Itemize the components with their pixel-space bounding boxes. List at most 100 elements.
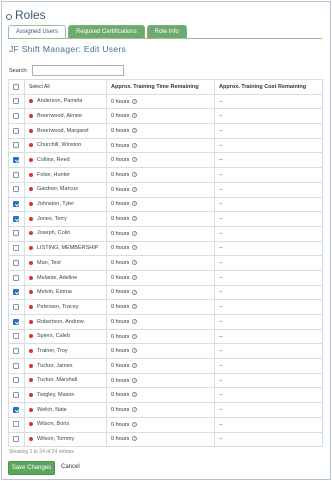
user-name: Churchill, Winston	[37, 142, 82, 149]
help-icon[interactable]: ?	[132, 157, 138, 163]
row-checkbox[interactable]	[13, 171, 19, 178]
row-checkbox[interactable]	[13, 406, 19, 413]
training-time-value: 0 hours	[111, 216, 130, 223]
row-select-cell[interactable]	[8, 108, 25, 125]
help-icon[interactable]: ?	[132, 407, 138, 413]
help-icon[interactable]: ?	[132, 216, 138, 222]
help-icon[interactable]: ?	[132, 201, 138, 207]
table-row: Man, Test 0 hours? --	[8, 255, 323, 271]
row-select-cell[interactable]	[8, 372, 25, 389]
row-checkbox[interactable]	[13, 201, 19, 208]
row-checkbox[interactable]	[13, 186, 19, 193]
help-icon[interactable]: ?	[132, 172, 138, 178]
table-row: Robertson, Andrew 0 hours? --	[8, 314, 323, 330]
help-icon[interactable]: ?	[132, 142, 138, 148]
status-dot-icon	[29, 437, 33, 442]
row-checkbox[interactable]	[13, 245, 19, 252]
help-icon[interactable]: ?	[132, 392, 138, 398]
help-icon[interactable]: ?	[132, 436, 138, 442]
row-select-cell[interactable]	[8, 152, 25, 169]
tab-role-info[interactable]: Role Info	[146, 25, 187, 38]
row-checkbox[interactable]	[13, 230, 19, 237]
row-checkbox[interactable]	[13, 259, 19, 266]
row-checkbox[interactable]	[13, 157, 19, 164]
row-select-cell[interactable]	[8, 299, 25, 315]
row-checkbox[interactable]	[13, 274, 19, 281]
help-icon[interactable]: ?	[132, 348, 138, 354]
help-icon[interactable]: ?	[132, 421, 138, 427]
row-checkbox[interactable]	[13, 377, 19, 384]
help-icon[interactable]: ?	[132, 362, 138, 368]
row-select-cell[interactable]	[8, 225, 25, 242]
row-select-cell[interactable]	[8, 196, 25, 213]
row-checkbox[interactable]	[13, 289, 19, 296]
row-select-cell[interactable]	[8, 269, 25, 286]
training-cost-cell: --	[214, 372, 323, 389]
help-icon[interactable]: ?	[132, 304, 138, 310]
help-icon[interactable]: ?	[132, 333, 138, 339]
select-all-checkbox[interactable]	[13, 83, 19, 90]
row-checkbox[interactable]	[13, 215, 19, 222]
user-name-cell: Anderson, Pamela	[24, 93, 107, 110]
help-icon[interactable]: ?	[132, 260, 138, 266]
row-checkbox[interactable]	[13, 436, 19, 443]
row-select-cell[interactable]	[8, 416, 25, 433]
row-select-cell[interactable]	[8, 123, 25, 139]
help-icon[interactable]: ?	[132, 113, 138, 119]
row-checkbox[interactable]	[13, 333, 19, 340]
help-icon[interactable]: ?	[132, 274, 138, 280]
cancel-link[interactable]: Cancel	[61, 464, 80, 470]
row-select-cell[interactable]	[8, 255, 25, 271]
user-name-cell: Wilson, Boris	[24, 416, 107, 433]
help-icon[interactable]: ?	[132, 377, 138, 383]
help-icon[interactable]: ?	[132, 186, 138, 192]
row-checkbox[interactable]	[13, 392, 19, 399]
row-checkbox[interactable]	[13, 318, 19, 325]
row-select-cell[interactable]	[8, 181, 25, 198]
table-row: Jones, Terry 0 hours? --	[8, 211, 323, 227]
training-time-value: 0 hours	[111, 201, 130, 208]
row-select-cell[interactable]	[8, 343, 25, 360]
row-select-cell[interactable]	[8, 93, 25, 110]
user-name-cell: Tucker, James	[24, 358, 107, 374]
row-checkbox[interactable]	[13, 347, 19, 354]
row-select-cell[interactable]	[8, 167, 25, 183]
row-select-cell[interactable]	[8, 358, 25, 374]
training-cost-cell: --	[214, 431, 323, 448]
row-select-cell[interactable]	[8, 211, 25, 227]
help-icon[interactable]: ?	[132, 245, 138, 251]
status-dot-icon	[29, 246, 33, 251]
user-name: Joseph, Colin	[37, 230, 71, 237]
row-select-cell[interactable]	[8, 137, 25, 154]
row-checkbox[interactable]	[13, 112, 19, 119]
row-select-cell[interactable]	[8, 284, 25, 301]
row-checkbox[interactable]	[13, 98, 19, 105]
select-all-cell[interactable]	[8, 79, 25, 95]
training-time-value: 0 hours	[111, 171, 130, 178]
help-icon[interactable]: ?	[132, 98, 138, 104]
row-select-cell[interactable]	[8, 387, 25, 404]
user-name: Tucker, James	[37, 362, 73, 369]
user-name: Wilson, Boris	[37, 421, 70, 428]
row-checkbox[interactable]	[13, 142, 19, 149]
help-icon[interactable]: ?	[132, 318, 138, 324]
row-select-cell[interactable]	[8, 328, 25, 345]
tab-required-certifications[interactable]: Required Certifications	[68, 25, 145, 38]
table-row: Joseph, Colin 0 hours? --	[8, 225, 323, 242]
help-icon[interactable]: ?	[132, 289, 138, 295]
help-icon[interactable]: ?	[132, 127, 138, 133]
training-time-cell: 0 hours?	[106, 269, 215, 286]
row-checkbox[interactable]	[13, 421, 19, 428]
row-select-cell[interactable]	[8, 431, 25, 448]
help-icon[interactable]: ?	[132, 230, 138, 236]
row-checkbox[interactable]	[13, 362, 19, 369]
search-input[interactable]	[31, 65, 124, 76]
row-select-cell[interactable]	[8, 240, 25, 257]
row-checkbox[interactable]	[13, 127, 19, 134]
save-changes-button[interactable]: Save Changes	[8, 461, 55, 475]
row-select-cell[interactable]	[8, 402, 25, 418]
row-select-cell[interactable]	[8, 314, 25, 330]
training-time-cell: 0 hours?	[106, 416, 215, 433]
row-checkbox[interactable]	[13, 303, 19, 310]
tab-assigned-users[interactable]: Assigned Users	[8, 25, 67, 38]
